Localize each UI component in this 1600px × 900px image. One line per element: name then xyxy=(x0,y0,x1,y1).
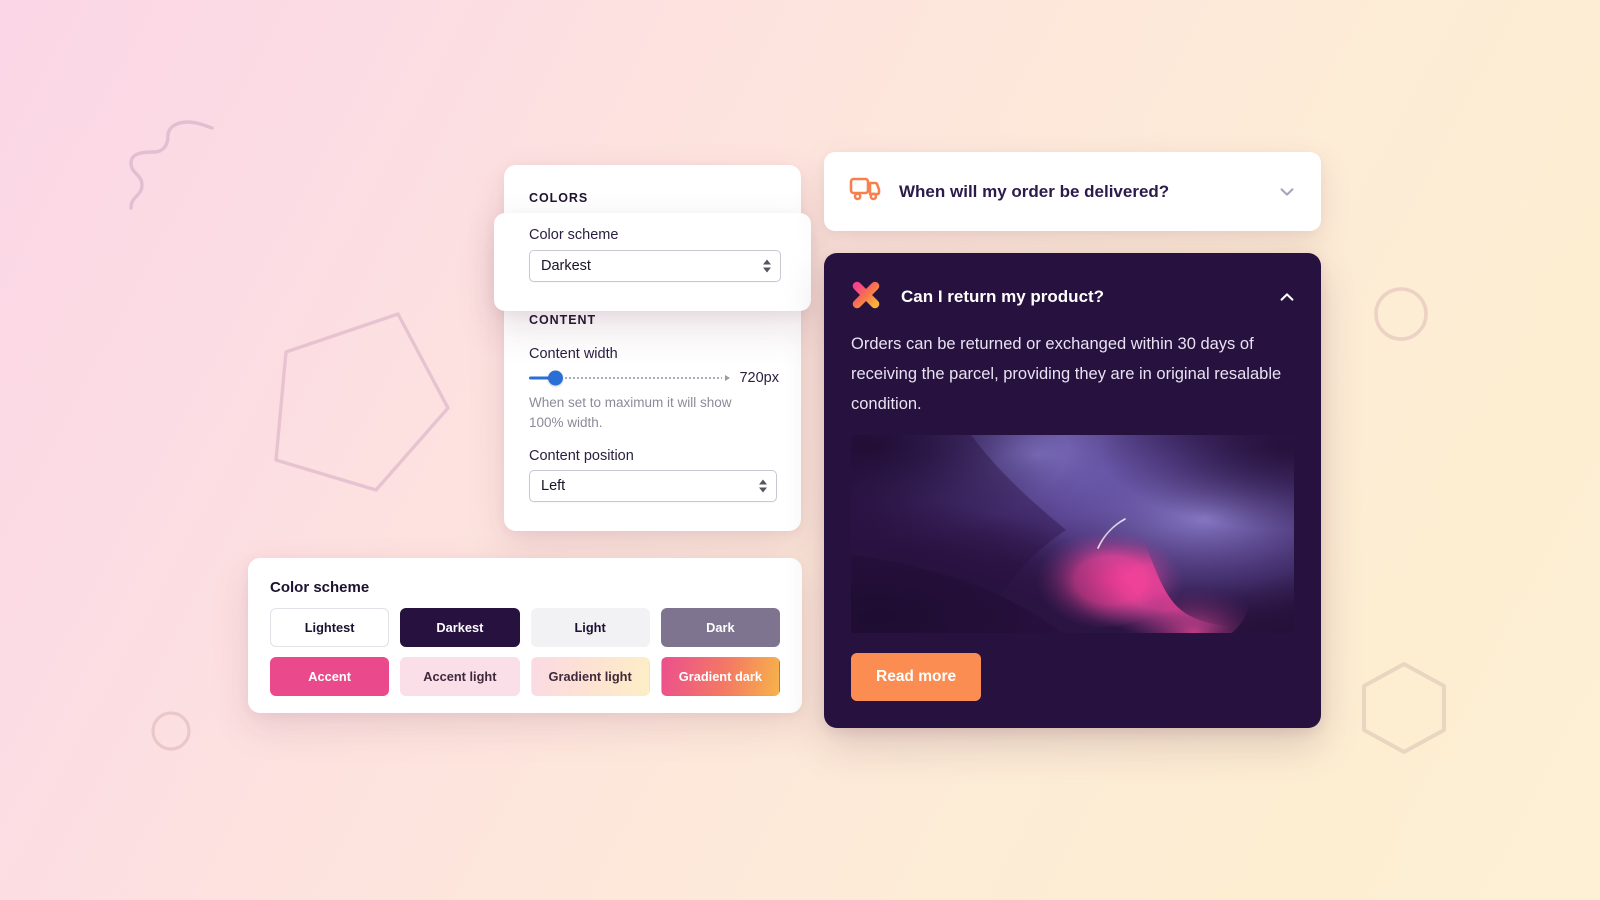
content-section-label: CONTENT xyxy=(529,313,597,327)
ring-decoration-icon xyxy=(1372,285,1430,343)
faq-item-delivery[interactable]: When will my order be delivered? xyxy=(824,152,1321,231)
faq-question-delivery: When will my order be delivered? xyxy=(899,181,1170,201)
faq-returns-header[interactable]: Can I return my product? xyxy=(824,253,1321,341)
color-scheme-select[interactable]: Darkest xyxy=(529,250,781,282)
swatch-lightest[interactable]: Lightest xyxy=(270,608,390,647)
faq-question-returns: Can I return my product? xyxy=(901,287,1105,306)
swatch-dark[interactable]: Dark xyxy=(660,608,780,647)
color-scheme-swatch-card: Color scheme Lightest Darkest Light Dark Acc… xyxy=(248,558,802,713)
swatch-grid: Lightest Darkest Light Dark Accent Accent lig… xyxy=(270,608,780,696)
chevron-down-icon[interactable] xyxy=(1277,182,1297,202)
swatch-accent[interactable]: Accent xyxy=(270,657,390,696)
read-more-button[interactable]: Read more xyxy=(851,653,982,701)
slider-end-arrow-icon xyxy=(725,375,731,381)
swatch-label: Accent light xyxy=(423,669,497,684)
swatch-label: Dark xyxy=(706,620,735,635)
swatch-label: Accent xyxy=(308,669,351,684)
slider-dotted-track xyxy=(564,376,723,380)
swatch-label: Lightest xyxy=(304,620,355,635)
swatch-light[interactable]: Light xyxy=(530,608,650,647)
content-width-slider-row: 720px xyxy=(529,368,779,388)
content-position-label: Content position xyxy=(529,448,634,464)
swatch-label: Darkest xyxy=(436,620,484,635)
hexagon-decoration-icon xyxy=(1358,660,1450,756)
canvas: COLORS CONTENT Content width 720px When … xyxy=(0,0,1600,900)
content-position-value: Left xyxy=(541,478,566,494)
swatch-card-title: Color scheme xyxy=(270,579,370,596)
swatch-label: Light xyxy=(574,620,606,635)
stepper-arrows-icon xyxy=(763,259,771,273)
colors-section-label: COLORS xyxy=(529,191,589,205)
faq-item-returns: Can I return my product? Orders can be r… xyxy=(824,253,1321,728)
content-position-select[interactable]: Left xyxy=(529,470,777,502)
squiggle-decoration-icon xyxy=(128,118,228,218)
stepper-arrows-icon xyxy=(759,479,767,493)
swatch-gradient-light[interactable]: Gradient light xyxy=(530,657,650,696)
swatch-gradient-dark[interactable]: Gradient dark xyxy=(660,657,780,696)
content-width-help-text: When set to maximum it will show 100% wi… xyxy=(529,395,732,430)
swatch-accent-light[interactable]: Accent light xyxy=(400,657,520,696)
content-width-slider[interactable] xyxy=(529,369,731,387)
swatch-label: Gradient light xyxy=(548,669,632,684)
chevron-up-icon[interactable] xyxy=(1277,287,1297,307)
circle-decoration-icon xyxy=(150,710,192,752)
content-width-value: 720px xyxy=(739,370,779,386)
content-width-label: Content width xyxy=(529,346,618,362)
faq-media-artwork xyxy=(851,435,1294,633)
swatch-darkest[interactable]: Darkest xyxy=(400,608,520,647)
pentagon-decoration-icon xyxy=(272,312,452,497)
faq-answer-returns: Orders can be returned or exchanged with… xyxy=(851,335,1282,414)
slider-thumb[interactable] xyxy=(547,370,563,386)
delivery-truck-icon xyxy=(849,176,881,207)
x-cross-gradient-icon xyxy=(849,278,883,317)
color-scheme-value: Darkest xyxy=(541,258,591,274)
color-scheme-label: Color scheme xyxy=(529,227,619,243)
color-scheme-overlay-card: Color scheme Darkest xyxy=(494,213,811,311)
swatch-label: Gradient dark xyxy=(678,669,762,684)
